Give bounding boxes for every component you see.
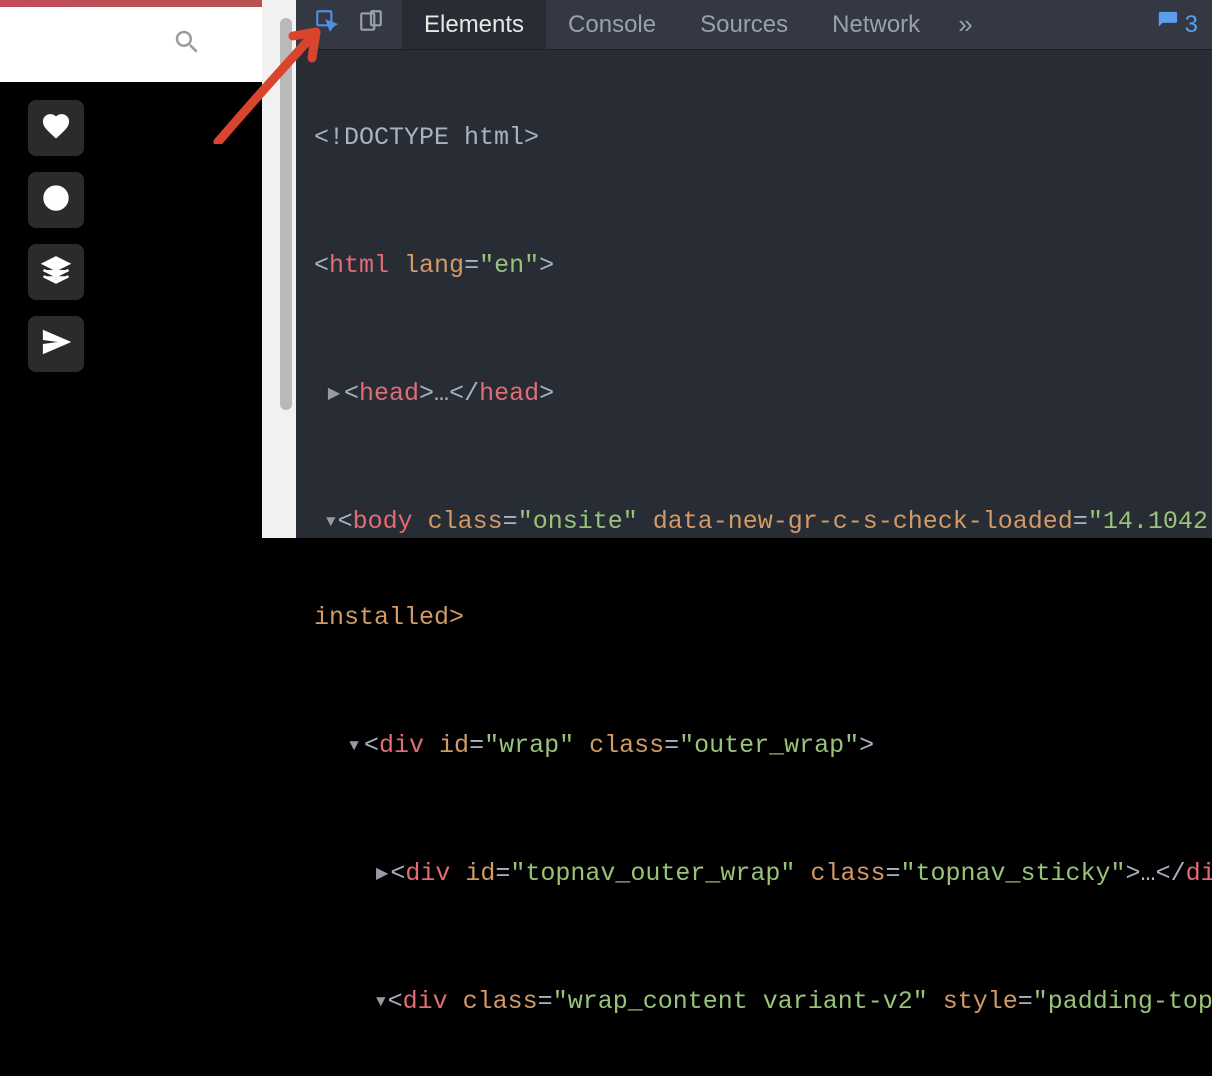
- dom-attr: id: [439, 730, 469, 762]
- app-sidebar: [0, 0, 262, 538]
- dom-attr: class: [589, 730, 664, 762]
- dom-attr: lang: [404, 250, 464, 282]
- layers-icon: [41, 255, 71, 290]
- dom-val: "onsite": [518, 506, 638, 538]
- device-toggle-icon[interactable]: [358, 8, 384, 41]
- dom-punct: >: [1126, 858, 1141, 890]
- tab-console[interactable]: Console: [546, 0, 678, 49]
- dom-attr: installed>: [314, 602, 464, 634]
- dom-attr: data-new-gr-c-s-check-loaded: [653, 506, 1073, 538]
- dom-val: "wrap_content variant-v2": [553, 986, 928, 1018]
- dom-punct: <: [314, 250, 329, 282]
- dom-val: "padding-top: 47px;: [1033, 986, 1212, 1018]
- tab-network[interactable]: Network: [810, 0, 942, 49]
- dom-punct: <: [390, 858, 405, 890]
- inspect-element-icon[interactable]: [314, 8, 340, 41]
- messages-count: 3: [1185, 11, 1198, 39]
- devtools-tabs: Elements Console Sources Network: [402, 0, 942, 49]
- tabs-overflow-button[interactable]: »: [942, 0, 988, 49]
- dom-punct: </: [449, 378, 479, 410]
- dom-punct: <: [364, 730, 379, 762]
- send-button[interactable]: [28, 316, 84, 372]
- dom-val: "outer_wrap": [679, 730, 859, 762]
- dom-line: <!DOCTYPE html>: [314, 122, 539, 154]
- dom-tag: body: [353, 506, 413, 538]
- dom-tag: html: [329, 250, 389, 282]
- clock-icon: [41, 183, 71, 218]
- dom-val: "en": [479, 250, 539, 282]
- collapse-arrow-icon[interactable]: ▼: [346, 730, 362, 762]
- chat-icon: [1157, 10, 1179, 39]
- collapse-arrow-icon[interactable]: ▼: [326, 506, 336, 538]
- dom-punct: <: [388, 986, 403, 1018]
- dom-ellipsis: …: [1141, 858, 1156, 890]
- dom-punct: </: [1156, 858, 1186, 890]
- dom-punct: >: [539, 378, 554, 410]
- dom-tag: head: [359, 378, 419, 410]
- favorites-button[interactable]: [28, 100, 84, 156]
- dom-tag: div: [403, 986, 448, 1018]
- dom-val: "topnav_outer_wrap": [510, 858, 795, 890]
- devtools-panel: Elements Console Sources Network » 3 <!D…: [296, 0, 1212, 538]
- dom-punct: <: [338, 506, 353, 538]
- dom-tag: head: [479, 378, 539, 410]
- dom-val: "topnav_sticky": [900, 858, 1125, 890]
- layers-button[interactable]: [28, 244, 84, 300]
- dom-tag: div: [405, 858, 450, 890]
- dom-ellipsis: …: [434, 378, 449, 410]
- dom-tag: div: [379, 730, 424, 762]
- heart-icon: [41, 111, 71, 146]
- dom-tag: div: [1186, 858, 1212, 890]
- dom-attr: class: [428, 506, 503, 538]
- dom-punct: >: [419, 378, 434, 410]
- expand-arrow-icon[interactable]: ▶: [326, 378, 342, 410]
- tab-sources[interactable]: Sources: [678, 0, 810, 49]
- search-icon: [172, 27, 202, 62]
- dom-attr: id: [465, 858, 495, 890]
- dom-punct: >: [859, 730, 874, 762]
- top-border-stripe: [0, 0, 262, 7]
- dom-punct: <: [344, 378, 359, 410]
- history-button[interactable]: [28, 172, 84, 228]
- search-bar[interactable]: [0, 7, 262, 82]
- expand-arrow-icon[interactable]: ▶: [376, 858, 388, 890]
- dom-tree[interactable]: <!DOCTYPE html> <html lang="en"> ▶<head>…: [296, 50, 1212, 1076]
- dom-attr: class: [463, 986, 538, 1018]
- dom-attr: style: [943, 986, 1018, 1018]
- dom-val: "14.1042.0": [1088, 506, 1212, 538]
- dom-val: "wrap": [484, 730, 574, 762]
- sidebar-icon-stack: [28, 100, 84, 372]
- paper-plane-icon: [41, 327, 71, 362]
- devtools-toolbar: Elements Console Sources Network » 3: [296, 0, 1212, 50]
- tab-elements[interactable]: Elements: [402, 0, 546, 49]
- messages-badge[interactable]: 3: [1143, 0, 1212, 49]
- collapse-arrow-icon[interactable]: ▼: [376, 986, 386, 1018]
- dom-punct: >: [539, 250, 554, 282]
- scrollbar-thumb[interactable]: [280, 18, 292, 410]
- dom-attr: class: [810, 858, 885, 890]
